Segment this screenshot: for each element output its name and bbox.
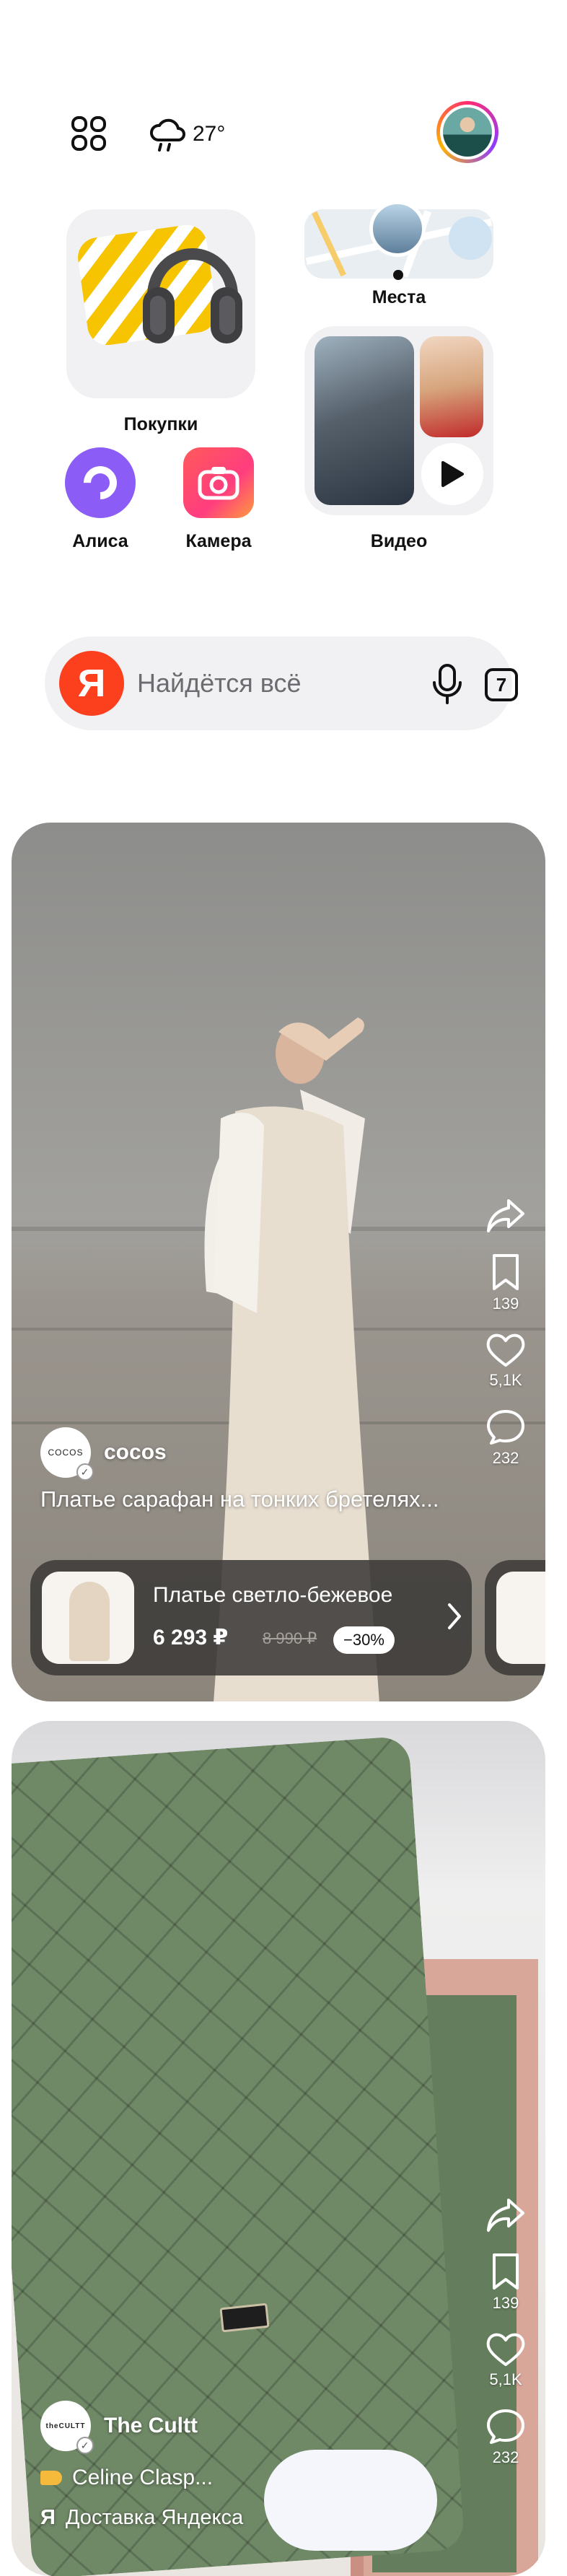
alisa-label: Алиса (72, 531, 128, 551)
play-icon (441, 461, 464, 487)
product-price: 6 293 ₽ (153, 1626, 229, 1650)
product-old-price: 8 990 ₽ (263, 1629, 317, 1647)
action-rail: 139 5,1K 232 (480, 2197, 531, 2486)
bookmark-button[interactable]: 139 (490, 1253, 522, 1313)
video-thumbnail (420, 336, 483, 437)
comment-button[interactable]: 232 (485, 1409, 526, 1468)
verified-icon: ✓ (76, 2437, 94, 2454)
headphones-image (143, 248, 242, 343)
verified-icon: ✓ (76, 1463, 94, 1481)
comment-count: 232 (492, 2448, 519, 2466)
shopping-label: Покупки (123, 414, 198, 434)
feed-card[interactable]: 139 5,1K 232 theCULTT ✓ The Cultt Celine… (12, 1721, 545, 2576)
delivery-source-label: Доставка Яндекса (65, 2506, 244, 2529)
author-avatar[interactable]: theCULTT ✓ (40, 2401, 94, 2454)
brand-tag (219, 2303, 270, 2333)
like-button[interactable]: 5,1K (485, 1332, 526, 1390)
apps-grid-icon[interactable] (71, 115, 107, 152)
share-icon (487, 2199, 524, 2232)
shopping-widget[interactable] (66, 209, 255, 398)
place-photo-pin (369, 201, 426, 257)
post-caption[interactable]: Платье сарафан на тонких бретелях... (40, 1486, 439, 1512)
author-avatar[interactable]: COCOS ✓ (40, 1427, 94, 1481)
share-button[interactable] (485, 1198, 526, 1234)
alisa-app-icon[interactable] (65, 447, 136, 518)
weather-widget[interactable]: 27° (148, 115, 225, 153)
product-name: Платье светло-бежевое (153, 1583, 393, 1607)
search-bar[interactable]: Я 7 (45, 636, 518, 730)
bookmark-button[interactable]: 139 (490, 2252, 522, 2313)
yandex-logo-icon[interactable]: Я (59, 651, 124, 716)
share-icon (487, 1199, 524, 1232)
comment-count: 232 (492, 1449, 519, 1467)
bookmark-count: 139 (492, 2294, 519, 2312)
search-input[interactable] (137, 664, 397, 703)
price-tag-icon (40, 2471, 62, 2485)
action-rail: 139 5,1K 232 (480, 1198, 531, 1486)
video-thumbnail (315, 336, 414, 505)
author-block[interactable]: COCOS ✓ cocos (40, 1427, 167, 1481)
product-thumbnail (42, 1572, 134, 1664)
video-label: Видео (370, 531, 428, 551)
like-button[interactable]: 5,1K (485, 2331, 526, 2389)
cloud-rain-icon (150, 118, 185, 152)
microphone-icon[interactable] (427, 662, 467, 706)
author-logo: theCULTT (45, 2422, 86, 2430)
comment-button[interactable]: 232 (485, 2408, 526, 2467)
places-label: Места (372, 287, 426, 307)
comment-icon (487, 1410, 524, 1445)
chevron-right-icon[interactable] (446, 1600, 463, 1632)
author-block[interactable]: theCULTT ✓ The Cultt (40, 2401, 198, 2454)
heart-icon (486, 2333, 525, 2366)
yandex-small-logo-icon: Я (40, 2506, 56, 2529)
play-button[interactable] (421, 443, 483, 505)
top-bar: 27° (0, 0, 567, 195)
share-button[interactable] (485, 2197, 526, 2233)
video-widget[interactable] (304, 326, 493, 515)
camera-app-icon[interactable] (183, 447, 254, 518)
author-logo: COCOS (48, 1447, 84, 1458)
bookmark-count: 139 (492, 1294, 519, 1313)
bookmark-icon (493, 1254, 519, 1290)
bookmark-icon (493, 2253, 519, 2290)
camera-label: Камера (185, 531, 252, 551)
feed-card[interactable]: 139 5,1K 232 COCOS ✓ cocos Платье сарафа… (12, 823, 545, 1701)
camera-icon (198, 467, 239, 500)
like-count: 5,1K (489, 1371, 522, 1389)
glove-image (264, 2450, 437, 2551)
comment-icon (487, 2409, 524, 2444)
product-chip[interactable]: Celine Clasp... (40, 2466, 213, 2490)
author-name[interactable]: cocos (104, 1440, 167, 1465)
user-avatar[interactable] (436, 101, 498, 163)
delivery-source[interactable]: Я Доставка Яндекса (40, 2506, 243, 2530)
product-card-next[interactable] (485, 1560, 545, 1675)
heart-icon (486, 1333, 525, 1367)
map-location-dot (393, 270, 403, 280)
discount-badge: −30% (333, 1626, 395, 1654)
like-count: 5,1K (489, 2370, 522, 2388)
author-name[interactable]: The Cultt (104, 2414, 198, 2438)
product-card[interactable]: Платье светло-бежевое 6 293 ₽ 8 990 ₽ −3… (30, 1560, 472, 1675)
product-chip-label: Celine Clasp... (72, 2466, 214, 2489)
weather-temperature: 27° (193, 122, 226, 146)
tabs-counter-button[interactable]: 7 (485, 668, 518, 701)
